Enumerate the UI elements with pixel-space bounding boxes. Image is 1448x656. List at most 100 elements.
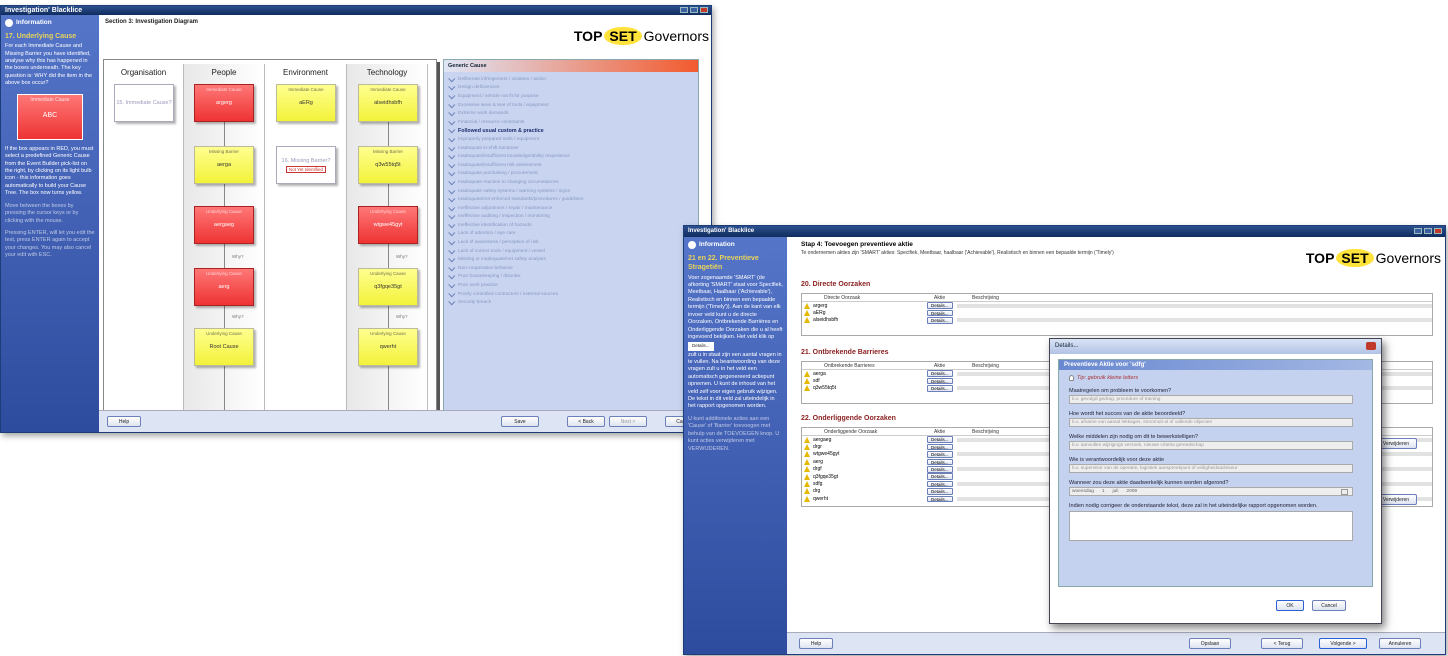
generic-cause-item[interactable]: Excessive wear & tear of tools / equipme… [444,100,698,110]
resources-field[interactable]: b.v. aanvullen wijzigings verzoek, nieuw… [1069,441,1353,450]
help-button[interactable]: Help [107,416,141,427]
diagram-node[interactable]: Missing Barrier aerga [194,146,254,184]
calendar-icon[interactable] [1341,489,1348,495]
responsible-field[interactable]: b.v. supervisor van de operatie, logisti… [1069,464,1353,473]
details-button[interactable]: Details... [927,370,953,377]
generic-cause-item[interactable]: Ineffective auditing / inspection / moni… [444,212,698,222]
generic-cause-item[interactable]: Inadequate in-shift handover [444,143,698,153]
back-button[interactable]: < Back [567,416,605,427]
generic-cause-item[interactable]: Lack of awareness / perception of risk [444,238,698,247]
details-button[interactable]: Details... [927,473,953,480]
generic-cause-item[interactable]: Deliberate infringement / violation / ac… [444,75,698,84]
measures-field[interactable]: b.v. gevolgd gedrag, procedure of traini… [1069,395,1353,404]
generic-cause-item[interactable]: Inadequate/insufficient knowledge/abilit… [444,152,698,161]
help-button[interactable]: Help [799,638,833,649]
dialog-close-button[interactable] [1366,342,1376,350]
details-button[interactable]: Details... [927,443,953,451]
grid-row[interactable]: argerg Details... [802,302,1432,309]
details-button[interactable]: Details... [927,436,953,443]
details-button[interactable]: Details... [927,458,953,466]
generic-cause-item[interactable]: Non-cooperative behavior [444,264,698,273]
maximize-button[interactable] [690,7,698,13]
close-button[interactable] [700,7,708,13]
generic-cause-item[interactable]: Inadequate safety systems / warning syst… [444,186,698,196]
cause-name: qwerht [813,495,829,502]
minimize-button[interactable] [1414,228,1422,234]
description-field[interactable] [956,318,1432,323]
details-button[interactable]: Details... [927,317,953,324]
generic-cause-item[interactable]: Lack of attention / eye care [444,229,698,239]
dialog-cancel-button[interactable]: Cancel [1312,600,1346,611]
grid-column-header: Aktie [934,363,946,369]
minimize-button[interactable] [680,7,688,13]
generic-cause-item[interactable]: Equipment / vehicle not fit for purpose [444,92,698,101]
details-button[interactable]: Details... [927,495,953,503]
date-picker[interactable]: woensdag 1 juli 2009 [1069,487,1353,496]
diagram-node[interactable]: Underlying Cause Root Cause [194,328,254,366]
generic-cause-item[interactable]: Poorly controlled contractors / external… [444,289,698,299]
diagram-node[interactable]: Underlying Cause wtgwe45gyt [358,206,418,244]
generic-cause-item[interactable]: Security breach [444,298,698,307]
generic-cause-item[interactable]: Design deficiencies [444,83,698,93]
next-button[interactable]: Next > [609,416,647,427]
success-field[interactable]: b.v. afname van aantal lekkages, stroomu… [1069,418,1353,427]
generic-cause-label: Ineffective adjustment / repair / mainte… [458,205,553,211]
generic-cause-item[interactable]: Followed usual custom & practice [444,126,698,136]
grid-row[interactable]: aERg Details... [802,309,1432,317]
generic-cause-item[interactable]: Ineffective adjustment / repair / mainte… [444,203,698,213]
window-title: Investigation' Blacklice [688,228,755,234]
node-label: Immediate Cause [288,87,324,92]
node-value: 16. Missing Barrier? [281,157,331,164]
back-button[interactable]: < Terug [1261,638,1303,649]
diagram-node[interactable]: Missing Barrier q3w55tq5t [358,146,418,184]
diagram-node[interactable]: Underlying Cause aergaeg [194,206,254,244]
close-button[interactable] [1434,228,1442,234]
description-field[interactable] [956,303,1432,308]
details-button[interactable]: Details... [927,451,953,458]
info-paragraph: Move between the boxes by pressing the c… [5,202,79,224]
check-icon [448,264,456,272]
ok-button[interactable]: OK [1276,600,1304,611]
node-value: alseidhsbfh [374,100,402,106]
action-textarea[interactable] [1069,511,1353,541]
diagram-node[interactable]: Immediate Cause aERg [276,84,336,122]
generic-cause-item[interactable]: Missing or inadequate/not safety analysi… [444,255,698,264]
diagram-node[interactable]: Immediate Cause argerg [194,84,254,122]
next-button[interactable]: Volgende > [1319,638,1367,649]
details-button[interactable]: Details... [927,309,953,317]
details-button[interactable]: Details... [927,480,953,488]
maximize-button[interactable] [1424,228,1432,234]
diagram-node[interactable]: Underlying Cause q3fgqe35gt [358,268,418,306]
save-button[interactable]: Opslaan [1189,638,1231,649]
diagram-node[interactable]: Immediate Cause alseidhsbfh [358,84,418,122]
generic-cause-label: Financial / resource constraints [458,119,525,125]
generic-cause-item[interactable]: Inadequate purchasing / procurement [444,169,698,179]
generic-cause-item[interactable]: Poor work practice [444,281,698,290]
details-button[interactable]: Details... [927,385,953,392]
grid-row[interactable]: alseidhsbfh Details... [802,317,1432,324]
diagram-node[interactable]: 16. Missing Barrier? Not Yet Identified [276,146,336,184]
cancel-button[interactable]: Annuleren [1379,638,1421,649]
details-button[interactable]: Details... [927,488,953,495]
generic-cause-item[interactable]: Poor housekeeping / disorder [444,272,698,282]
why-label: Why? [396,254,408,259]
generic-cause-item[interactable]: Inadequate/not enforced standards/proced… [444,195,698,204]
diagram-node[interactable]: Underlying Cause qwerht [358,328,418,366]
details-button[interactable]: Details... [927,377,953,385]
details-button[interactable]: Details... [927,465,953,473]
generic-cause-item[interactable]: Lack of correct tools / equipment / vess… [444,246,698,256]
diagram-node[interactable]: Underlying Cause aerg [194,268,254,306]
generic-cause-item[interactable]: Ineffective identification of hazards [444,221,698,230]
window-title: Investigation' Blacklice [5,7,83,14]
generic-cause-label: Ineffective auditing / inspection / moni… [458,214,550,220]
diagram-node[interactable]: 15. Immediate Cause? [114,84,174,122]
generic-cause-item[interactable]: Financial / resource constraints [444,118,698,127]
generic-cause-item[interactable]: Inadequate/insufficient risk assessment [444,160,698,170]
description-field[interactable] [956,311,1432,316]
node-value: q3w55tq5t [375,162,401,168]
details-button[interactable]: Details... [927,302,953,309]
save-button[interactable]: Save [501,416,539,427]
generic-cause-item[interactable]: Improperly prepared tools / equipment [444,135,698,144]
generic-cause-item[interactable]: Inadequate reaction to changing circumst… [444,178,698,187]
generic-cause-item[interactable]: Extreme work demands [444,109,698,118]
